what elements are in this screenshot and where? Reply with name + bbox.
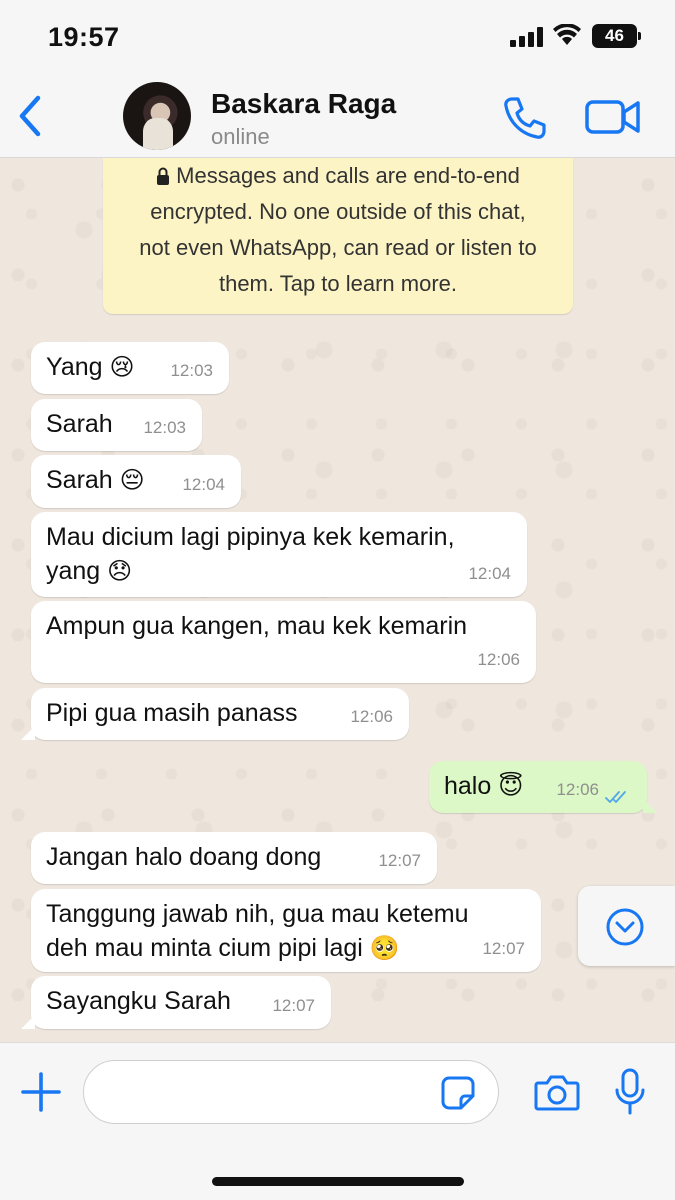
message-time: 12:06 (477, 650, 520, 669)
back-chevron-icon[interactable] (14, 94, 48, 138)
message-text: Yang (46, 353, 103, 381)
chat-area[interactable]: Messages and calls are end-to-end encryp… (0, 158, 675, 1042)
message-time: 12:04 (468, 564, 511, 583)
message-text: Ampun gua kangen, mau kek kemarin (46, 612, 468, 640)
status-time: 19:57 (48, 22, 120, 52)
message-bubble-incoming[interactable]: Sayangku Sarah 12:07 (21, 976, 331, 1029)
scroll-to-bottom-button[interactable] (578, 886, 675, 966)
message-time: 12:07 (378, 851, 421, 870)
cellular-signal-icon (510, 27, 544, 47)
message-text: Tanggung jawab nih, gua mau ketemu deh m… (46, 900, 469, 962)
phone-icon[interactable] (500, 94, 548, 142)
home-indicator[interactable] (212, 1177, 464, 1186)
message-bubble-incoming[interactable]: Mau dicium lagi pipinya kek kemarin, yan… (31, 512, 527, 597)
message-time: 12:07 (482, 939, 525, 958)
bubble-tail (21, 726, 35, 740)
plus-icon[interactable] (20, 1071, 62, 1113)
message-bubble-outgoing[interactable]: halo 😇 12:06 (429, 761, 657, 813)
message-text: Sarah (46, 466, 113, 494)
contact-status: online (211, 124, 270, 149)
message-text: Pipi gua masih panass (46, 699, 298, 727)
message-bubble-incoming[interactable]: Sarah 😔 12:04 (31, 455, 241, 508)
encryption-notice[interactable]: Messages and calls are end-to-end encryp… (103, 158, 573, 314)
battery-indicator: 46 (592, 24, 641, 48)
disappointed-face-emoji: 😞 (107, 557, 133, 585)
message-input-bar (0, 1042, 675, 1200)
message-time: 12:04 (182, 475, 225, 494)
message-bubble-incoming[interactable]: Yang 😢 12:03 (31, 342, 229, 394)
wifi-icon (553, 24, 581, 45)
smiling-face-with-halo-emoji: 😇 (498, 772, 524, 800)
contact-name[interactable]: Baskara Raga (211, 88, 396, 120)
encryption-notice-text: Messages and calls are end-to-end encryp… (139, 163, 537, 296)
video-camera-icon[interactable] (585, 98, 641, 136)
message-time: 12:06 (556, 780, 599, 799)
message-time: 12:03 (170, 361, 213, 380)
microphone-icon[interactable] (614, 1068, 646, 1116)
crying-face-emoji: 😢 (109, 353, 135, 381)
sticker-icon[interactable] (440, 1075, 476, 1111)
message-bubble-incoming[interactable]: Pipi gua masih panass 12:06 (21, 688, 409, 740)
message-text: Sarah (46, 410, 113, 438)
message-input[interactable] (83, 1060, 499, 1124)
pensive-face-emoji: 😔 (119, 466, 145, 494)
message-bubble-incoming[interactable]: Sarah 12:03 (31, 399, 202, 451)
message-time: 12:03 (143, 418, 186, 437)
message-bubble-incoming[interactable]: Tanggung jawab nih, gua mau ketemu deh m… (31, 889, 541, 972)
message-bubble-incoming[interactable]: Jangan halo doang dong 12:07 (31, 832, 437, 884)
status-bar: 19:57 46 (0, 0, 675, 76)
message-text: Sayangku Sarah (46, 987, 231, 1015)
message-bubble-incoming[interactable]: Ampun gua kangen, mau kek kemarin 12:06 (31, 601, 536, 683)
contact-avatar[interactable] (123, 82, 191, 150)
lock-icon (157, 167, 170, 185)
message-text: halo (444, 772, 492, 800)
bubble-tail (643, 799, 657, 813)
pleading-face-emoji: 🥺 (369, 934, 400, 962)
message-text: Jangan halo doang dong (46, 843, 322, 871)
chevron-down-circle-icon (606, 908, 644, 946)
read-receipt-double-check-icon (605, 791, 626, 803)
message-time: 12:07 (272, 996, 315, 1015)
camera-icon[interactable] (534, 1073, 580, 1111)
bubble-tail (21, 1015, 35, 1029)
message-time: 12:06 (350, 707, 393, 726)
chat-header: Baskara Raga online (0, 76, 675, 158)
